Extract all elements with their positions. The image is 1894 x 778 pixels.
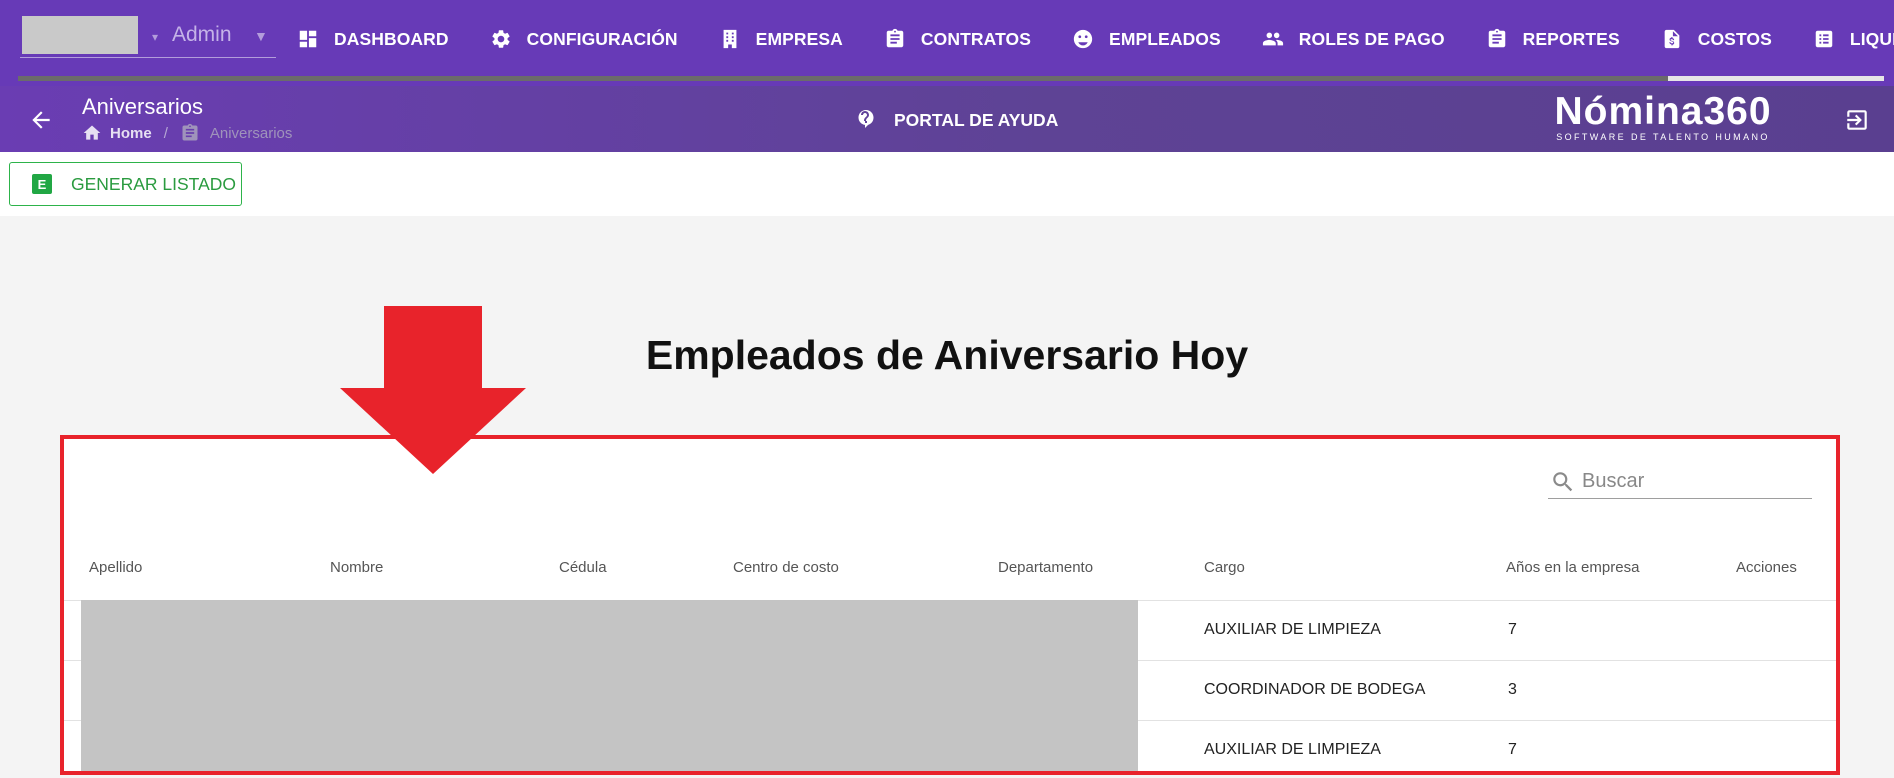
nav-item-empleados[interactable]: EMPLEADOS bbox=[1071, 27, 1221, 51]
clipboard-icon bbox=[883, 27, 907, 51]
cell-cargo: AUXILIAR DE LIMPIEZA bbox=[1204, 741, 1381, 758]
loading-bar bbox=[18, 76, 1884, 81]
column-header-departamento[interactable]: Departamento bbox=[998, 559, 1093, 576]
gear-icon bbox=[489, 27, 513, 51]
list-icon bbox=[1812, 27, 1836, 51]
nav-item-liquidaciones[interactable]: LIQUIDACIONE bbox=[1812, 27, 1894, 51]
cell-cargo: COORDINADOR DE BODEGA bbox=[1204, 681, 1426, 698]
help-portal-label: PORTAL DE AYUDA bbox=[894, 109, 1059, 130]
nav-item-label: REPORTES bbox=[1522, 28, 1620, 49]
people-icon bbox=[1261, 27, 1285, 51]
help-icon bbox=[858, 110, 874, 128]
nav-item-label: ROLES DE PAGO bbox=[1298, 28, 1445, 49]
nav-item-empresa[interactable]: EMPRESA bbox=[718, 27, 843, 51]
nav-item-configuracion[interactable]: CONFIGURACIÓN bbox=[489, 27, 678, 51]
redacted-area bbox=[81, 600, 1138, 771]
section-title: Empleados de Aniversario Hoy bbox=[645, 332, 1249, 378]
app-logo: Nómina360 SOFTWARE DE TALENTO HUMANO bbox=[1548, 90, 1778, 142]
back-arrow-icon[interactable] bbox=[28, 107, 54, 133]
loading-bar-rest bbox=[1668, 76, 1884, 81]
page-title: Aniversarios bbox=[82, 94, 204, 119]
logo-wordmark: Nómina360 bbox=[1554, 90, 1772, 133]
main-menu: DASHBOARD CONFIGURACIÓN EMPRESA CONTRATO… bbox=[296, 24, 1894, 54]
search-box[interactable] bbox=[1548, 463, 1812, 499]
nav-item-label: LIQUIDACIONE bbox=[1849, 28, 1894, 49]
breadcrumb-separator: / bbox=[163, 124, 168, 142]
generate-list-button[interactable]: E GENERAR LISTADO bbox=[9, 162, 242, 206]
top-navbar: ▾ Admin ▼ DASHBOARD CONFIGURACIÓN EMPRES… bbox=[0, 0, 1894, 86]
clipboard-icon bbox=[182, 123, 198, 141]
cell-cargo: AUXILIAR DE LIMPIEZA bbox=[1204, 621, 1381, 638]
breadcrumb: Home / Aniversarios bbox=[82, 123, 292, 143]
column-header-apellido[interactable]: Apellido bbox=[89, 559, 142, 576]
dropdown-caret-icon[interactable]: ▼ bbox=[254, 28, 268, 44]
table-header: Apellido Nombre Cédula Centro de costo D… bbox=[64, 559, 1836, 601]
logout-icon[interactable] bbox=[1844, 107, 1870, 133]
clipboard-icon bbox=[1485, 27, 1509, 51]
toolbar: E GENERAR LISTADO bbox=[0, 152, 1894, 216]
column-header-cargo[interactable]: Cargo bbox=[1204, 559, 1245, 576]
nav-item-label: CONTRATOS bbox=[920, 28, 1032, 49]
help-portal-link[interactable]: PORTAL DE AYUDA bbox=[854, 108, 1058, 132]
breadcrumb-current: Aniversarios bbox=[209, 124, 293, 142]
page-header: Aniversarios Home / Aniversarios PORTAL … bbox=[0, 86, 1894, 152]
nav-item-label: EMPLEADOS bbox=[1109, 28, 1221, 49]
nav-item-dashboard[interactable]: DASHBOARD bbox=[296, 27, 449, 51]
nav-item-roles-de-pago[interactable]: ROLES DE PAGO bbox=[1261, 27, 1445, 51]
search-icon bbox=[1553, 472, 1573, 492]
red-arrow-annotation bbox=[340, 306, 526, 474]
column-header-acciones: Acciones bbox=[1736, 559, 1797, 576]
column-header-cedula[interactable]: Cédula bbox=[559, 559, 607, 576]
nav-item-costos[interactable]: COSTOS bbox=[1660, 27, 1772, 51]
loading-bar-fill bbox=[18, 76, 1668, 81]
breadcrumb-home[interactable]: Home bbox=[110, 125, 152, 142]
chevron-down-icon: ▾ bbox=[152, 30, 159, 44]
column-header-nombre[interactable]: Nombre bbox=[330, 559, 383, 576]
building-icon bbox=[718, 27, 742, 51]
column-header-anios[interactable]: Años en la empresa bbox=[1506, 559, 1639, 576]
dashboard-icon bbox=[296, 27, 320, 51]
nav-item-reportes[interactable]: REPORTES bbox=[1485, 27, 1620, 51]
anniversary-table-card: Apellido Nombre Cédula Centro de costo D… bbox=[60, 435, 1840, 775]
nav-item-label: CONFIGURACIÓN bbox=[526, 28, 678, 49]
home-icon[interactable] bbox=[82, 123, 102, 143]
avatar bbox=[22, 16, 138, 54]
generate-list-label: GENERAR LISTADO bbox=[71, 173, 236, 194]
nav-item-contratos[interactable]: CONTRATOS bbox=[883, 27, 1031, 51]
excel-icon: E bbox=[32, 174, 52, 194]
user-menu[interactable]: ▾ Admin ▼ bbox=[20, 16, 276, 58]
column-header-centro-de-costo[interactable]: Centro de costo bbox=[733, 559, 839, 576]
invoice-icon bbox=[1660, 27, 1684, 51]
search-input[interactable] bbox=[1582, 467, 1808, 495]
cell-anios: 7 bbox=[1508, 621, 1517, 638]
nav-item-label: DASHBOARD bbox=[334, 28, 449, 49]
user-name: Admin bbox=[172, 23, 232, 46]
nav-item-label: EMPRESA bbox=[755, 28, 843, 49]
cell-anios: 3 bbox=[1508, 681, 1517, 698]
employees-icon bbox=[1071, 27, 1095, 51]
nav-item-label: COSTOS bbox=[1697, 28, 1772, 49]
logo-tagline: SOFTWARE DE TALENTO HUMANO bbox=[1556, 132, 1770, 142]
cell-anios: 7 bbox=[1508, 741, 1517, 758]
